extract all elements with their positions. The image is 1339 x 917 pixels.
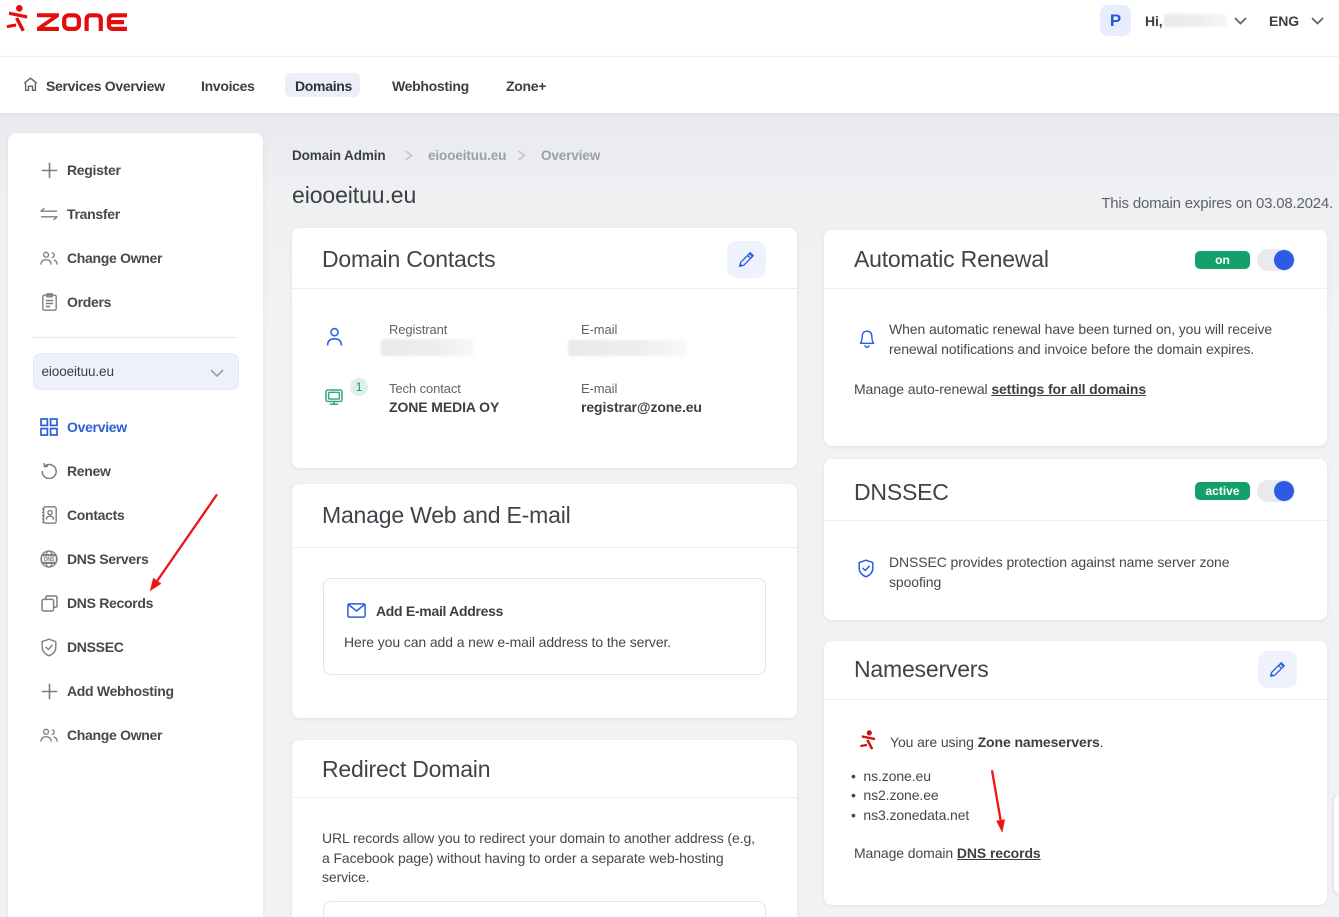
svg-text:DNS: DNS	[44, 557, 55, 563]
